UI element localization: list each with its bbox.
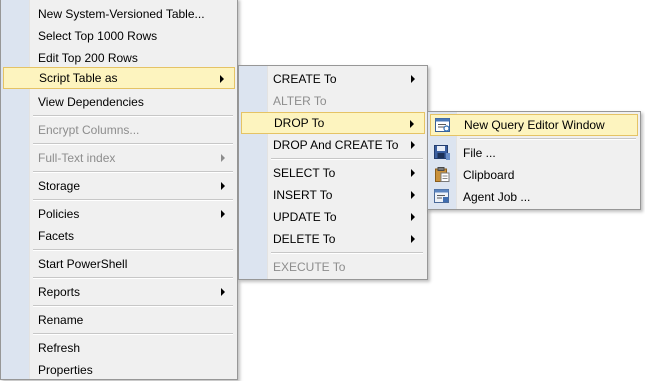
- menu-item-label: INSERT To: [273, 188, 333, 202]
- menu-item-reports[interactable]: Reports: [3, 281, 235, 303]
- menu-item-label: Properties: [38, 363, 93, 377]
- submenu-arrow-icon: [221, 154, 225, 162]
- menu-separator: [33, 277, 233, 279]
- submenu-arrow-icon: [411, 141, 415, 149]
- menu-item-file[interactable]: File ...: [430, 142, 638, 164]
- menu-item-label: CREATE To: [273, 72, 337, 86]
- submenu-arrow-icon: [410, 120, 414, 128]
- save-disk-icon: [434, 145, 450, 160]
- menu-item-alter-to[interactable]: ALTER To: [241, 90, 425, 112]
- agent-job-icon: [434, 189, 450, 204]
- menu-item-label: Select Top 1000 Rows: [38, 29, 158, 43]
- menu-item-label: Policies: [38, 207, 80, 221]
- query-window-icon: [435, 118, 451, 133]
- menu-item-label: New System-Versioned Table...: [38, 7, 205, 21]
- menu-separator: [33, 143, 233, 145]
- menu-item-label: File ...: [463, 146, 496, 160]
- menu-item-label: Reports: [38, 285, 81, 299]
- menu-item-drop-to[interactable]: DROP To: [241, 112, 425, 134]
- menu-separator: [33, 333, 233, 335]
- menu-separator: [271, 158, 423, 160]
- menu-item-start-powershell[interactable]: Start PowerShell: [3, 253, 235, 275]
- submenu-arrow-icon: [411, 191, 415, 199]
- menu-item-insert-to[interactable]: INSERT To: [241, 184, 425, 206]
- menu-item-delete-to[interactable]: DELETE To: [241, 228, 425, 250]
- menu-item-label: Facets: [38, 229, 75, 243]
- menu-item-clipboard[interactable]: Clipboard: [430, 164, 638, 186]
- submenu-arrow-icon: [220, 75, 224, 83]
- menu-item-label: View Dependencies: [38, 95, 144, 109]
- menu-item-refresh[interactable]: Refresh: [3, 337, 235, 359]
- menu-item-label: Encrypt Columns...: [38, 123, 140, 137]
- menu-item-label: Refresh: [38, 341, 81, 355]
- menu-item-script-table-as[interactable]: Script Table as: [3, 67, 235, 89]
- menu-item-label: Script Table as: [39, 71, 118, 85]
- menu-separator: [33, 199, 233, 201]
- menu-item-select-top-1000-rows[interactable]: Select Top 1000 Rows: [3, 25, 235, 47]
- drop-to-submenu: New Query Editor Window File ... Clipboa…: [427, 111, 641, 210]
- submenu-arrow-icon: [221, 210, 225, 218]
- menu-item-label: ALTER To: [273, 94, 327, 108]
- menu-item-create-to[interactable]: CREATE To: [241, 68, 425, 90]
- menu-item-label: Agent Job ...: [463, 190, 531, 204]
- menu-item-label: SELECT To: [273, 166, 336, 180]
- menu-separator: [33, 115, 233, 117]
- menu-item-storage[interactable]: Storage: [3, 175, 235, 197]
- menu-item-new-system-versioned-table[interactable]: New System-Versioned Table...: [3, 3, 235, 25]
- menu-item-view-dependencies[interactable]: View Dependencies: [3, 91, 235, 113]
- menu-item-label: Clipboard: [463, 168, 515, 182]
- menu-item-execute-to[interactable]: EXECUTE To: [241, 256, 425, 278]
- menu-item-update-to[interactable]: UPDATE To: [241, 206, 425, 228]
- submenu-arrow-icon: [411, 75, 415, 83]
- menu-item-drop-and-create-to[interactable]: DROP And CREATE To: [241, 134, 425, 156]
- menu-item-label: Full-Text index: [38, 151, 116, 165]
- menu-item-properties[interactable]: Properties: [3, 359, 235, 381]
- menu-separator: [460, 138, 636, 140]
- menu-item-label: Start PowerShell: [38, 257, 128, 271]
- menu-item-label: DELETE To: [273, 232, 336, 246]
- menu-item-label: DROP And CREATE To: [273, 138, 399, 152]
- menu-item-rename[interactable]: Rename: [3, 309, 235, 331]
- menu-item-label: New Query Editor Window: [464, 118, 605, 132]
- clipboard-icon: [434, 167, 450, 182]
- menu-item-label: Storage: [38, 179, 81, 193]
- menu-item-select-to[interactable]: SELECT To: [241, 162, 425, 184]
- menu-separator: [33, 249, 233, 251]
- submenu-arrow-icon: [221, 288, 225, 296]
- menu-item-full-text-index[interactable]: Full-Text index: [3, 147, 235, 169]
- submenu-arrow-icon: [221, 182, 225, 190]
- object-explorer-context-menu: New System-Versioned Table... Select Top…: [0, 0, 238, 380]
- menu-item-policies[interactable]: Policies: [3, 203, 235, 225]
- menu-item-label: DROP To: [274, 116, 325, 130]
- submenu-arrow-icon: [411, 235, 415, 243]
- menu-item-label: Edit Top 200 Rows: [38, 51, 138, 65]
- menu-item-edit-top-200-rows[interactable]: Edit Top 200 Rows: [3, 47, 235, 69]
- menu-separator: [271, 252, 423, 254]
- menu-item-facets[interactable]: Facets: [3, 225, 235, 247]
- menu-item-label: Rename: [38, 313, 84, 327]
- submenu-arrow-icon: [411, 213, 415, 221]
- menu-item-new-query-editor-window[interactable]: New Query Editor Window: [430, 114, 638, 136]
- menu-separator: [33, 305, 233, 307]
- submenu-arrow-icon: [411, 169, 415, 177]
- menu-separator: [33, 171, 233, 173]
- menu-item-label: EXECUTE To: [273, 260, 346, 274]
- menu-item-label: UPDATE To: [273, 210, 337, 224]
- menu-item-encrypt-columns[interactable]: Encrypt Columns...: [3, 119, 235, 141]
- script-table-as-submenu: CREATE To ALTER To DROP To DROP And CREA…: [238, 65, 428, 280]
- menu-item-agent-job[interactable]: Agent Job ...: [430, 186, 638, 208]
